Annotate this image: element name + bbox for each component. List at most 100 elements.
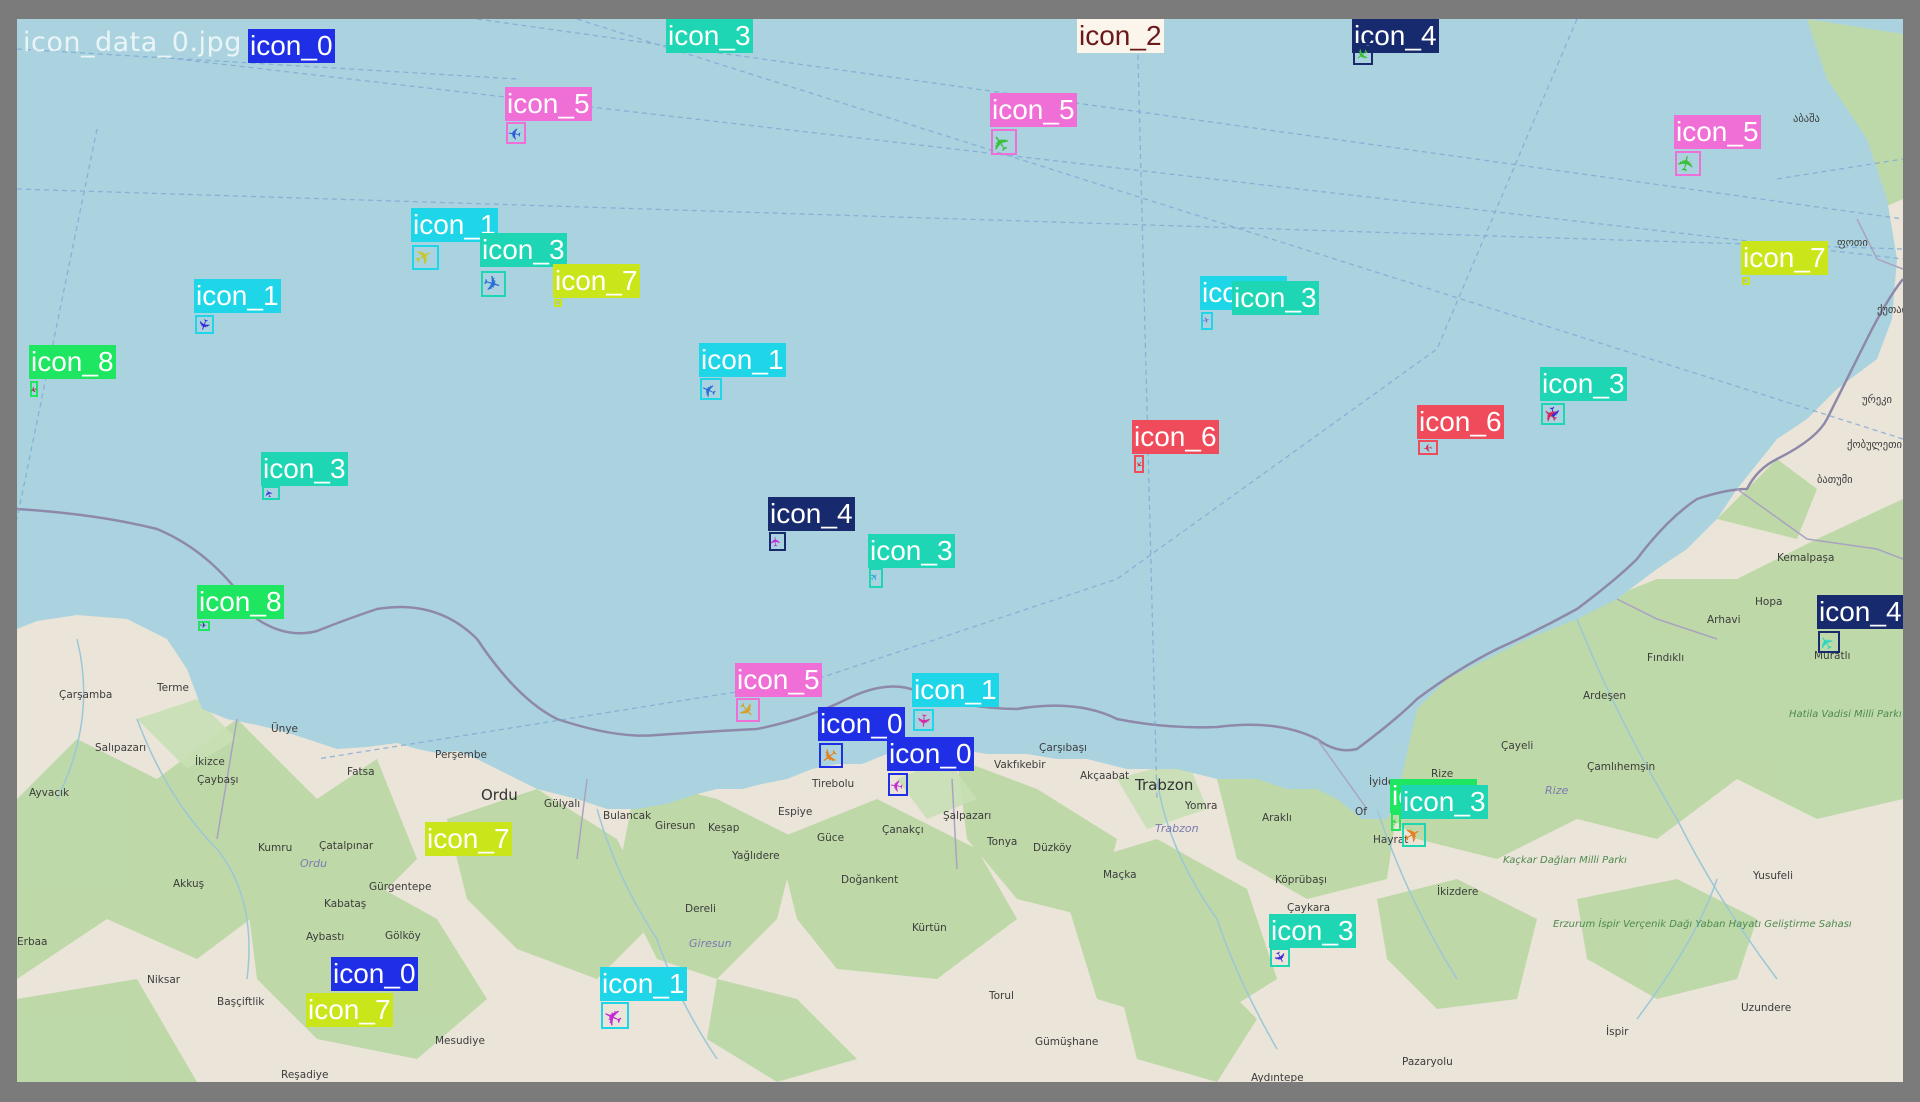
place-salipazari: Salıpazarı — [95, 742, 147, 754]
place-giresun-province: Giresun — [689, 937, 732, 950]
detection-label: icon_4 — [1817, 595, 1903, 629]
place-macka: Maçka — [1103, 869, 1137, 881]
place-gumushane: Gümüşhane — [1035, 1036, 1099, 1048]
place-canakci: Çanakçı — [882, 824, 924, 836]
place-pazaryolu: Pazaryolu — [1402, 1056, 1453, 1068]
place-hatila-park: Hatila Vadisi Milli Parkı — [1789, 709, 1902, 720]
place-gurgentepe: Gürgentepe — [369, 881, 432, 893]
place-terme: Terme — [157, 682, 189, 694]
place-giresun: Giresun — [655, 820, 696, 832]
place-camlihemsin: Çamlıhemşin — [1587, 761, 1656, 773]
place-kabatas: Kabataş — [324, 898, 367, 910]
detection-label: icon_1 — [600, 967, 687, 1001]
place-hopa: Hopa — [1755, 596, 1783, 608]
place-erzurum-park: Erzurum İspir Verçenik Dağı Yaban Hayatı… — [1553, 919, 1852, 930]
place-trabzon: Trabzon — [1135, 776, 1194, 794]
place-persembe: Perşembe — [435, 749, 488, 761]
place-ordu: Ordu — [481, 786, 518, 804]
aircraft-icon: ✈ — [1421, 440, 1433, 455]
aircraft-icon: ✈ — [912, 712, 934, 729]
place-dogankent: Doğankent — [841, 874, 899, 886]
place-ordu-province: Ordu — [300, 857, 328, 870]
place-of: Of — [1355, 806, 1367, 818]
place-erbaa: Erbaa — [17, 936, 48, 948]
place-findikli: Fındıklı — [1647, 652, 1685, 664]
aircraft-icon: ✈ — [199, 620, 207, 631]
place-torul: Torul — [989, 990, 1014, 1002]
place-carsibasi: Çarşıbaşı — [1039, 742, 1087, 754]
detection-label: icon_5 — [735, 663, 822, 697]
place-koprubasi: Köprübaşı — [1275, 874, 1327, 886]
place-salpazari: Şalpazarı — [943, 810, 992, 822]
detection-label: icon_0 — [818, 707, 905, 741]
place-gulyali: Gülyalı — [544, 798, 581, 810]
place-arakli: Araklı — [1262, 812, 1292, 824]
place-guce: Güce — [817, 832, 845, 844]
detection-label: icon_8 — [29, 345, 116, 379]
detection-label: icon_7 — [306, 993, 393, 1027]
detection-label: icon_3 — [261, 452, 348, 486]
place-kackar-park: Kaçkar Dağları Milli Parkı — [1503, 855, 1627, 866]
detection-label: icon_7 — [425, 822, 512, 856]
detection-label: icon_3 — [666, 19, 753, 53]
detection-label: icon_0 — [248, 29, 335, 63]
image-filename: icon_data_0.jpg — [23, 27, 242, 58]
detection-label: icon_1 — [699, 343, 786, 377]
place-fatsa: Fatsa — [347, 766, 375, 778]
place-ikizce: İkizce — [195, 756, 225, 768]
map-canvas[interactable]: icon_data_0.jpg Trabzon Ordu Giresun Riz… — [17, 19, 1903, 1082]
place-kemalpasa: Kemalpaşa — [1777, 552, 1835, 564]
aircraft-icon: ✈ — [506, 123, 523, 144]
place-yomra: Yomra — [1185, 800, 1218, 812]
place-arhavi: Arhavi — [1707, 614, 1741, 626]
place-caybasi: Çaybaşı — [197, 774, 239, 786]
detection-label: icon_7 — [1741, 241, 1828, 275]
place-ikizdere: İkizdere — [1437, 886, 1479, 898]
place-niksar: Niksar — [147, 974, 181, 986]
place-kutaisi: ქუთაისი — [1877, 304, 1903, 316]
place-espiye: Espiye — [778, 806, 813, 818]
detection-label: icon_1 — [912, 673, 999, 707]
place-trabzon-province: Trabzon — [1155, 822, 1199, 835]
place-unye: Ünye — [271, 723, 299, 735]
place-caykara: Çaykara — [1287, 902, 1331, 914]
detection-label: icon_0 — [887, 737, 974, 771]
place-tonya: Tonya — [987, 836, 1018, 848]
place-kumru: Kumru — [258, 842, 293, 854]
detection-label: icon_4 — [768, 497, 855, 531]
place-kobuleti: ქობულეთი — [1847, 439, 1902, 451]
place-uzundere: Uzundere — [1741, 1002, 1792, 1014]
place-akcaabat: Akçaabat — [1080, 770, 1130, 782]
place-rize-province: Rize — [1545, 784, 1569, 797]
place-kurtun: Kürtün — [912, 922, 947, 934]
place-abasha: აბაშა — [1793, 113, 1820, 125]
place-carsamba: Çarşamba — [59, 689, 113, 701]
detection-label: icon_0 — [331, 957, 418, 991]
aircraft-icon: ✈ — [888, 774, 905, 796]
place-aybasti: Aybastı — [306, 931, 345, 943]
place-catalpinar: Çatalpınar — [319, 840, 374, 852]
place-dereli: Dereli — [685, 903, 716, 915]
detection-label: icon_5 — [1674, 115, 1761, 149]
detection-label: icon_7 — [553, 264, 640, 298]
detection-label: icon_3 — [480, 233, 567, 267]
detection-label: icon_3 — [1540, 367, 1627, 401]
aircraft-icon: ✈ — [768, 535, 785, 548]
place-vakfikebir: Vakfıkebir — [994, 759, 1046, 771]
place-ispir: İspir — [1606, 1026, 1629, 1038]
detection-label: icon_8 — [197, 585, 284, 619]
place-basciftlik: Başçiftlik — [217, 996, 265, 1008]
place-akkus: Akkuş — [173, 878, 205, 890]
detection-label: icon_3 — [1269, 914, 1356, 948]
place-tirebolu: Tirebolu — [812, 778, 855, 790]
place-resadiye: Reşadiye — [281, 1069, 329, 1081]
place-ureki: ურეკი — [1862, 394, 1892, 406]
detection-label: icon_3 — [868, 534, 955, 568]
place-poti: ფოთი — [1837, 237, 1868, 249]
detection-label: icon_6 — [1132, 420, 1219, 454]
detection-label: icon_3 — [1232, 281, 1319, 315]
image-frame: icon_data_0.jpg Trabzon Ordu Giresun Riz… — [0, 0, 1920, 1102]
place-batumi: ბათუმი — [1817, 474, 1853, 486]
detection-label: icon_1 — [194, 279, 281, 313]
detection-label: icon_5 — [990, 93, 1077, 127]
